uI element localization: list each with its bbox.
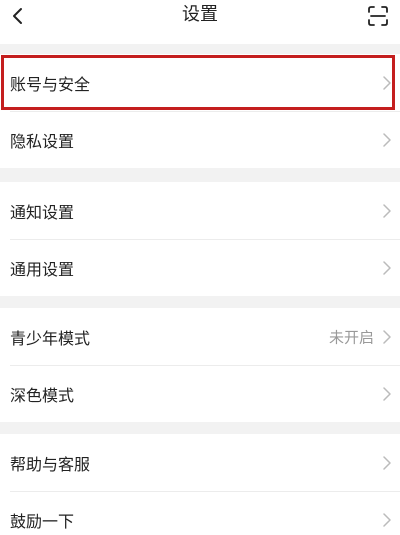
settings-item-account-security[interactable]: 账号与安全 (0, 54, 400, 111)
settings-item-label: 通知设置 (10, 202, 75, 222)
chevron-right-icon (382, 386, 392, 402)
settings-page: 设置 账号与安全 隐私设置 通知设置 通用设置 青少年模式 未开启 深色模式 帮… (0, 0, 400, 535)
settings-group-notifications: 通知设置 通用设置 (0, 182, 400, 296)
settings-group-support: 帮助与客服 鼓励一下 (0, 434, 400, 535)
chevron-right-icon (382, 132, 392, 148)
settings-item-teen-mode[interactable]: 青少年模式 未开启 (0, 308, 400, 365)
settings-item-label: 通用设置 (10, 259, 75, 279)
settings-group-account: 账号与安全 隐私设置 (0, 54, 400, 168)
settings-item-general[interactable]: 通用设置 (0, 239, 400, 296)
settings-item-label: 鼓励一下 (10, 511, 75, 531)
settings-item-dark-mode[interactable]: 深色模式 (0, 365, 400, 422)
settings-item-label: 帮助与客服 (10, 454, 91, 474)
settings-item-label: 青少年模式 (10, 328, 91, 348)
scan-button[interactable] (364, 2, 392, 30)
chevron-right-icon (382, 75, 392, 91)
chevron-right-icon (382, 329, 392, 345)
settings-item-label: 隐私设置 (10, 131, 75, 151)
chevron-right-icon (382, 455, 392, 471)
settings-item-help-support[interactable]: 帮助与客服 (0, 434, 400, 491)
nav-bar: 设置 (0, 0, 400, 44)
page-title: 设置 (182, 4, 218, 25)
scan-icon (368, 6, 388, 26)
settings-group-modes: 青少年模式 未开启 深色模式 (0, 308, 400, 422)
settings-item-privacy[interactable]: 隐私设置 (0, 111, 400, 168)
teen-mode-status: 未开启 (328, 328, 374, 346)
settings-item-label: 账号与安全 (10, 74, 91, 94)
settings-item-encourage[interactable]: 鼓励一下 (0, 491, 400, 535)
back-button[interactable] (4, 2, 32, 30)
settings-item-label: 深色模式 (10, 385, 75, 405)
chevron-right-icon (382, 260, 392, 276)
settings-item-notifications[interactable]: 通知设置 (0, 182, 400, 239)
chevron-right-icon (382, 512, 392, 528)
chevron-right-icon (382, 203, 392, 219)
chevron-left-icon (13, 8, 22, 24)
